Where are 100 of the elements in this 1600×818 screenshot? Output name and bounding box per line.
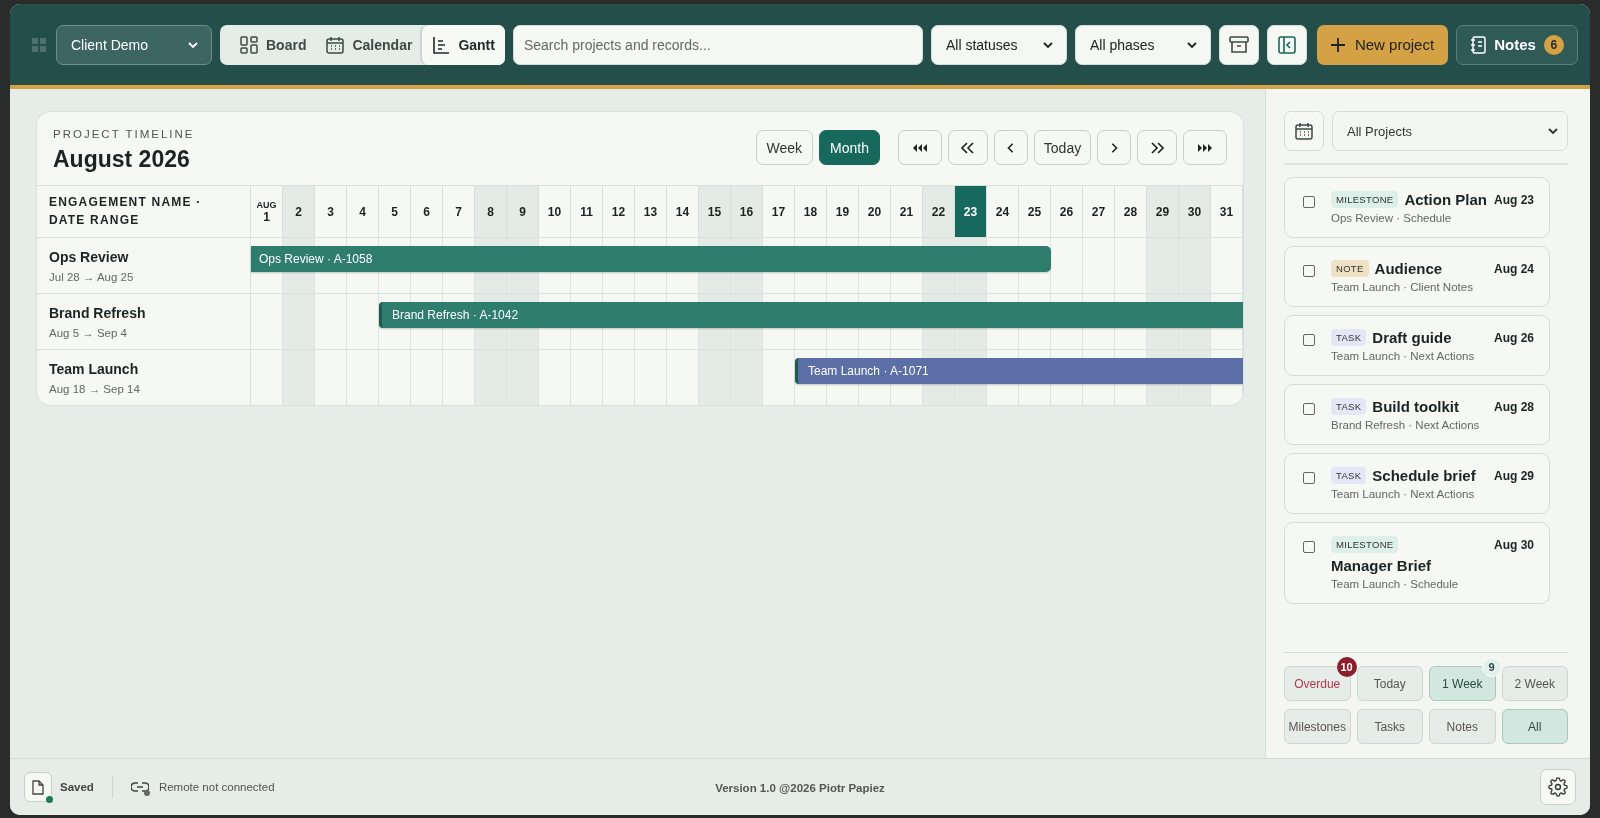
day-header: 22 [923, 186, 955, 238]
version-text: Version 1.0 @2026 Piotr Papiez [715, 782, 885, 794]
agenda-card[interactable]: MILESTONE Manager Brief Team Launch · Schedule Aug 30 [1284, 522, 1550, 604]
status-select[interactable]: All statuses [931, 24, 1067, 65]
day-header: 11 [571, 186, 603, 238]
save-status: Saved [60, 781, 94, 793]
new-project-button[interactable]: New project [1317, 24, 1448, 65]
agenda-card[interactable]: NOTE Audience Team Launch · Client Notes Aug 24 [1284, 246, 1550, 307]
today-button[interactable]: Today [1034, 130, 1091, 165]
checkbox[interactable] [1303, 403, 1315, 415]
scale-tab[interactable]: Month [819, 130, 880, 165]
filter-button[interactable]: Tasks [1356, 709, 1423, 744]
timeline-title: August 2026 [53, 146, 191, 173]
sidebar-toggle-button[interactable] [1267, 24, 1307, 65]
type-tag: MILESTONE [1331, 536, 1399, 553]
nav-button[interactable] [898, 130, 942, 165]
item-title: Build toolkit [1372, 398, 1459, 415]
phase-select[interactable]: All phases [1075, 24, 1211, 65]
date-range: Aug 5 → Sep 4 [49, 326, 128, 339]
filter-button[interactable]: Notes [1429, 709, 1496, 744]
archive-button[interactable] [1219, 24, 1259, 65]
day-header: 4 [347, 186, 379, 238]
checkbox[interactable] [1303, 196, 1315, 208]
calendar-button[interactable] [1284, 111, 1324, 151]
double-chevron-icon [1150, 141, 1164, 154]
due-date: Aug 28 [1494, 400, 1534, 414]
day-header: 16 [731, 186, 763, 238]
day-cell [1147, 238, 1179, 294]
day-header: 12 [603, 186, 635, 238]
filter-button[interactable]: 2 Week [1501, 666, 1568, 701]
filter-button[interactable]: Milestones [1284, 709, 1351, 744]
due-date: Aug 29 [1494, 469, 1534, 483]
item-meta: Team Launch · Next Actions [1331, 488, 1476, 500]
item-meta: Team Launch · Next Actions [1331, 350, 1476, 362]
file-icon [24, 772, 52, 802]
project-name: Team Launch [49, 360, 140, 377]
type-tag: TASK [1331, 398, 1367, 415]
filter-button[interactable]: All [1501, 709, 1568, 744]
project-select[interactable]: All Projects [1332, 111, 1568, 151]
checkbox[interactable] [1303, 541, 1315, 553]
section-label: PROJECT TIMELINE [53, 128, 195, 140]
archive-icon [1229, 35, 1249, 54]
day-header: 18 [795, 186, 827, 238]
view-tab[interactable]: Gantt [422, 24, 505, 65]
day-cell [1083, 238, 1115, 294]
search-field[interactable]: Search projects and records... [512, 24, 923, 65]
due-date: Aug 24 [1494, 262, 1534, 276]
remote-status: Remote not connected [158, 781, 275, 793]
day-header: 2 [283, 186, 315, 238]
gantt-bar[interactable]: Team Launch · A-1071 [795, 357, 1243, 384]
day-cell [1179, 238, 1211, 294]
day-header: 24 [987, 186, 1019, 238]
item-title: Schedule brief [1372, 467, 1476, 484]
filter-button[interactable]: Today [1356, 666, 1423, 701]
view-tab[interactable]: Calendar [316, 24, 423, 65]
column-header: ENGAGEMENT NAME · DATE RANGE [49, 194, 203, 229]
agenda-card[interactable]: TASK Schedule brief Team Launch · Next Actions Aug 29 [1284, 453, 1550, 514]
workspace-select[interactable]: Client Demo [56, 24, 212, 65]
item-title: Draft guide [1372, 329, 1452, 346]
day-header: 31 [1211, 186, 1243, 238]
count-badge: 9 [1481, 657, 1502, 677]
agenda-card[interactable]: MILESTONE Action Plan Ops Review · Schedule Aug 23 [1284, 177, 1550, 238]
item-title: Audience [1374, 260, 1443, 277]
notes-button[interactable]: Notes 6 [1456, 24, 1578, 65]
checkbox[interactable] [1303, 472, 1315, 484]
agenda-card[interactable]: TASK Build toolkit Brand Refresh · Next Actions Aug 28 [1284, 384, 1550, 445]
item-title: Manager Brief [1331, 557, 1432, 574]
agenda-card[interactable]: TASK Draft guide Team Launch · Next Actions Aug 26 [1284, 315, 1550, 376]
grid-icon [240, 35, 258, 54]
item-title: Action Plan [1404, 191, 1487, 208]
day-header: 5 [379, 186, 411, 238]
type-tag: TASK [1331, 467, 1367, 484]
project-name: Brand Refresh [49, 304, 147, 321]
due-date: Aug 30 [1494, 538, 1534, 552]
settings-icon [1548, 777, 1568, 797]
gantt-bar[interactable]: Brand Refresh · A-1042 [379, 302, 1243, 328]
item-meta: Brand Refresh · Next Actions [1331, 419, 1481, 431]
date-range: Jul 28 → Aug 25 [49, 270, 135, 283]
item-meta: Team Launch · Client Notes [1331, 281, 1474, 293]
day-header: 27 [1083, 186, 1115, 238]
count-badge: 6 [1543, 34, 1564, 55]
due-date: Aug 23 [1494, 193, 1534, 207]
day-header: 13 [635, 186, 667, 238]
nav-button[interactable] [1183, 130, 1227, 165]
checkbox[interactable] [1303, 334, 1315, 346]
count-badge: 10 [1336, 657, 1357, 677]
day-header: 8 [475, 186, 507, 238]
due-date: Aug 26 [1494, 331, 1534, 345]
calendar-icon [1295, 122, 1313, 140]
settings-button[interactable] [1540, 769, 1576, 805]
triple-arrow-icon [1198, 141, 1212, 154]
day-header: 20 [859, 186, 891, 238]
date-range: Aug 18 → Sep 14 [49, 382, 141, 395]
calendar-icon [326, 35, 345, 54]
checkbox[interactable] [1303, 265, 1315, 277]
view-tab[interactable]: Board [230, 24, 317, 65]
type-tag: TASK [1331, 329, 1367, 346]
scale-tab[interactable]: Week [755, 130, 814, 165]
drag-handle-icon[interactable] [32, 37, 46, 52]
gantt-bar[interactable]: Ops Review · A-1058 [251, 246, 1051, 272]
